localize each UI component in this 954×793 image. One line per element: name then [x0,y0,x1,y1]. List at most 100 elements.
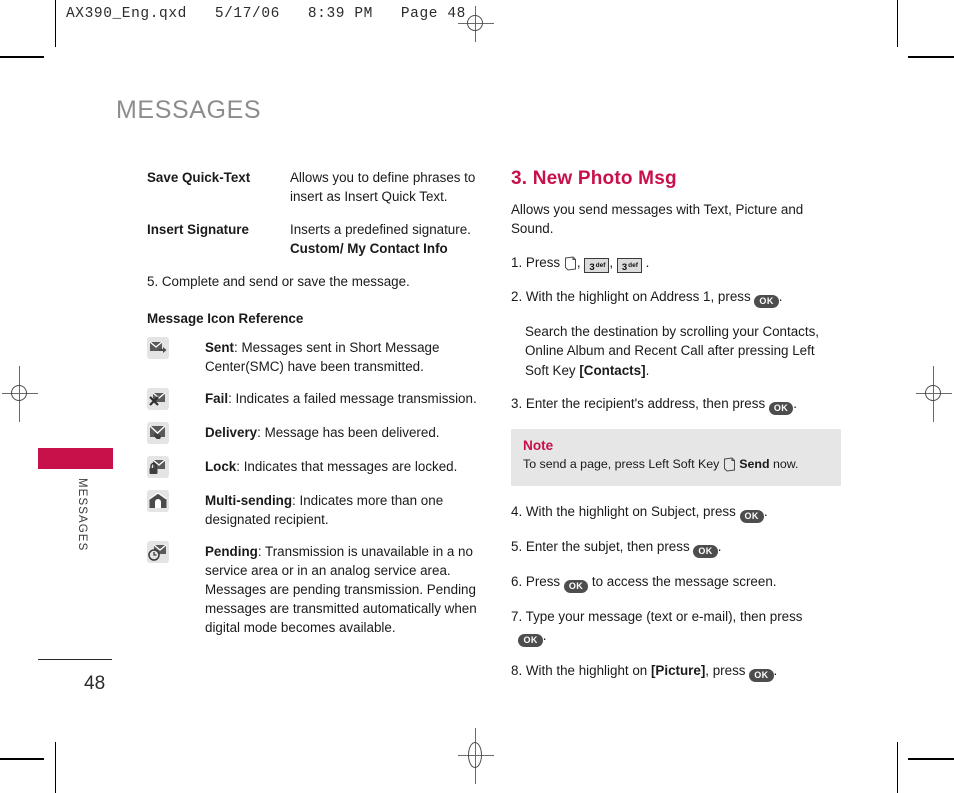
icon-reference-row: Pending: Transmission is unavailable in … [147,540,492,637]
icon-label: Sent [205,340,235,356]
crop-mark-bottom-left-horizontal [0,758,44,760]
step-2-detail-text: Search the destination by scrolling your… [525,323,820,378]
step-3: 3. Enter the recipient's address, then p… [511,394,841,416]
left-soft-key-icon [564,256,577,271]
icon-cell [147,489,205,513]
registration-mark-bottom [458,728,494,784]
definition-description-text: Inserts a predefined signature. [290,221,471,237]
step-5: 5. Enter the subjet, then press OK. [511,537,841,558]
keypad-3-def-key: 3def [584,257,610,273]
ok-key-icon: OK [739,509,764,523]
keypad-3-letters: def [595,261,606,269]
envelope-clock-icon [147,541,169,564]
definition-list: Save Quick-Text Allows you to define phr… [147,168,492,259]
definition-row: Insert Signature Inserts a predefined si… [147,220,492,259]
definition-term: Save Quick-Text [147,170,251,185]
icon-reference-row: Delivery: Message has been delivered. [147,421,492,445]
envelope-arrow-icon [147,337,169,360]
step-2-detail: Search the destination by scrolling your… [525,322,841,380]
right-column: 3. New Photo Msg Allows you send message… [511,168,841,696]
step-2-detail-suffix: . [645,362,650,378]
step-3-suffix: . [793,396,797,412]
note-send-label: Send [739,457,770,472]
step-8-middle: , press [705,662,746,678]
left-step-5: 5. Complete and send or save the message… [147,273,410,289]
step-2-suffix: . [778,288,783,304]
crop-mark-top-left-vertical [55,0,57,47]
keypad-3-def-key: 3def [616,257,642,273]
icon-cell [147,336,205,360]
icon-reference-row: Lock: Indicates that messages are locked… [147,455,492,479]
multi-send-icon [147,490,169,513]
envelope-cross-icon [147,388,169,411]
crop-mark-bottom-left-vertical [55,742,57,793]
icon-desc: : Indicates that messages are locked. [236,459,458,475]
note-body: To send a page, press Left Soft Key Send… [523,456,829,473]
step-1: 1. Press , 3def, 3def . [511,254,650,273]
page-number: 48 [84,673,106,694]
ok-key-icon: OK [768,402,794,416]
ok-key-icon: OK [693,544,718,558]
icon-reference-heading: Message Icon Reference [147,311,304,327]
crop-mark-top-right-horizontal [908,56,954,58]
icon-reference-text: Fail: Indicates a failed message transmi… [205,387,492,408]
crop-mark-top-right-vertical [897,0,899,47]
step-8-prefix: 8. With the highlight on [511,662,648,678]
step-5-suffix: . [717,538,722,554]
icon-label: Multi-sending [205,493,293,509]
step-1-suffix: . [645,254,650,270]
ok-key-icon: OK [518,633,543,647]
icon-reference-row: Fail: Indicates a failed message transmi… [147,387,492,411]
icon-label: Delivery [205,425,258,441]
envelope-lock-icon [147,456,169,479]
icon-desc: : Message has been delivered. [257,425,440,441]
step-2-detail-bold: [Contacts] [579,362,646,378]
crop-mark-bottom-right-horizontal [908,758,954,760]
step-2-prefix: 2. With the highlight on Address 1, pres… [511,288,751,304]
keypad-3-letters: def [628,261,638,269]
icon-reference-text: Multi-sending: Indicates more than one d… [205,489,492,529]
document-header-line: AX390_Eng.qxd 5/17/06 8:39 PM Page 48 [66,6,466,22]
icon-cell [147,455,205,479]
step-1-prefix: 1. Press [511,254,561,270]
step-3-prefix: 3. Enter the recipient's address, then p… [511,396,766,412]
left-column: Save Quick-Text Allows you to define phr… [147,168,492,648]
step-6-prefix: 6. Press [511,573,561,589]
step-5-prefix: 5. Enter the subjet, then press [511,538,690,554]
definition-description-bold: Custom/ My Contact Info [290,241,448,257]
keypad-3-digit: 3 [621,261,628,273]
registration-mark-right [916,366,952,422]
definition-description-text: Allows you to define phrases to insert a… [290,170,476,205]
section-title: 3. New Photo Msg [511,168,677,189]
envelope-hand-icon [147,422,169,445]
ok-key-icon: OK [749,668,774,682]
definition-description: Allows you to define phrases to insert a… [290,168,492,207]
icon-cell [147,387,205,411]
icon-reference-text: Lock: Indicates that messages are locked… [205,455,492,476]
icon-reference-text: Delivery: Message has been delivered. [205,421,492,442]
step-4-suffix: . [763,503,768,519]
ok-key-icon: OK [563,579,589,593]
registration-mark-left [2,366,38,422]
side-tab-accent-bar [38,448,113,469]
crop-mark-bottom-right-vertical [897,742,899,793]
note-title: Note [523,438,554,454]
step-8: 8. With the highlight on [Picture], pres… [511,661,841,682]
crop-mark-top-left-horizontal [0,56,44,58]
step-7: 7. Type your message (text or e-mail), t… [511,607,841,647]
icon-label: Pending [205,544,258,560]
step-8-bold: [Picture] [650,662,706,678]
left-soft-key-icon [723,457,736,472]
icon-reference-text: Pending: Transmission is unavailable in … [205,540,492,637]
icon-reference-text: Sent: Messages sent in Short Message Cen… [205,336,492,376]
definition-row: Save Quick-Text Allows you to define phr… [147,168,492,207]
step-7-suffix: . [542,627,547,643]
keypad-3-digit: 3 [589,261,595,273]
note-text-before: To send a page, press Left Soft Key [523,457,720,472]
icon-label: Lock [205,459,237,475]
page-title: MESSAGES [116,96,262,124]
note-text-after: now. [772,457,799,472]
step-6-suffix: to access the message screen. [591,573,777,589]
icon-reference-row: Multi-sending: Indicates more than one d… [147,489,492,529]
step-8-suffix: . [773,662,778,678]
